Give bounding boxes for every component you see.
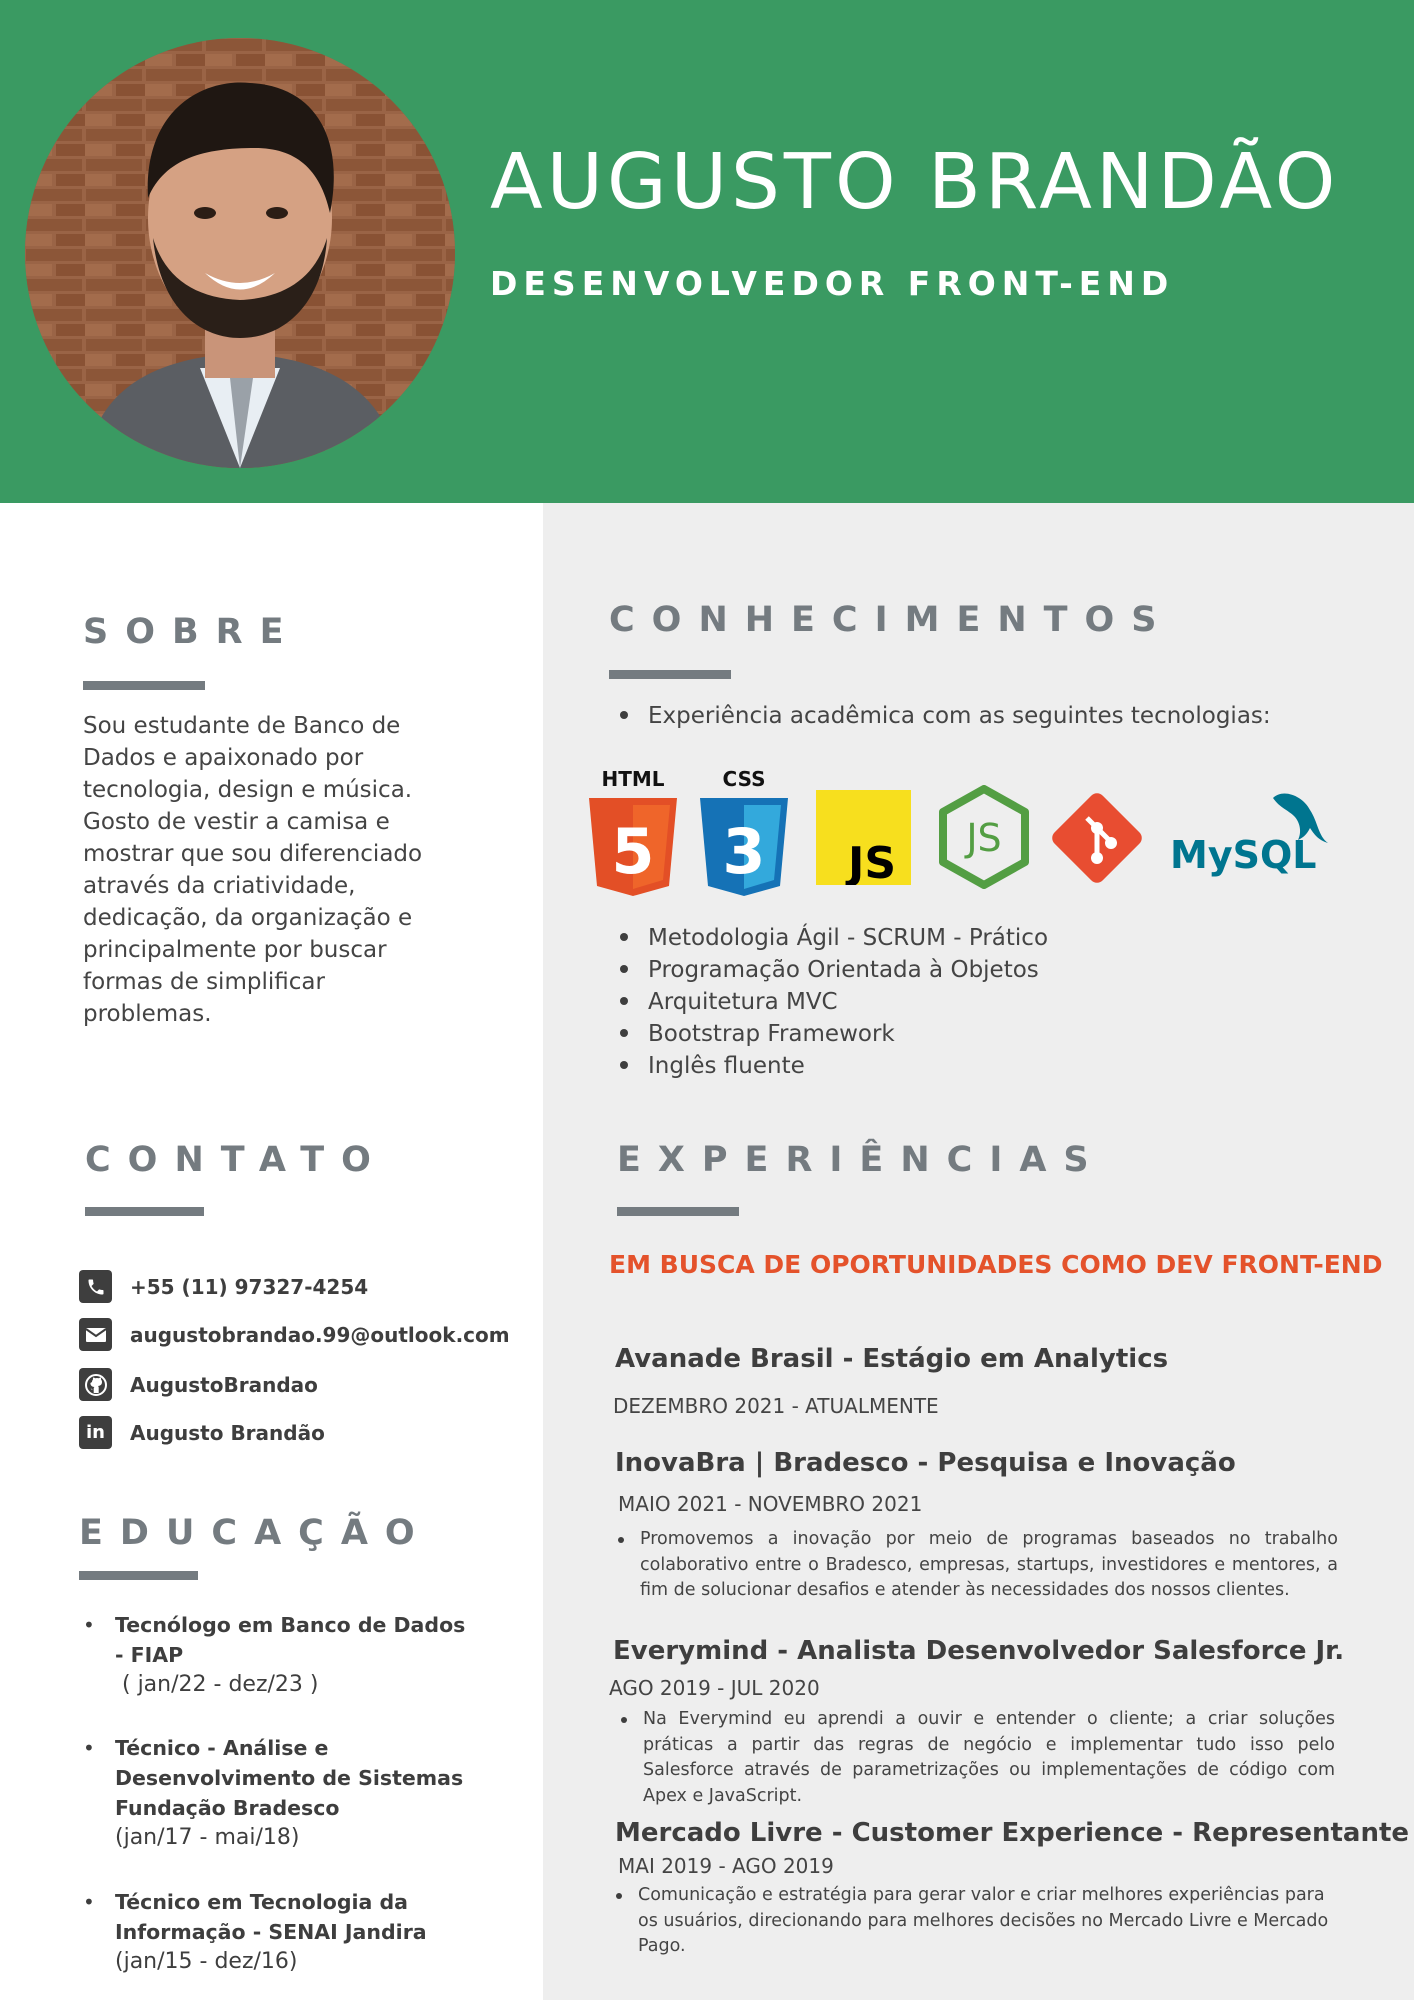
skill-item: Inglês fluente: [620, 1050, 1048, 1082]
github-text: AugustoBrandao: [130, 1372, 318, 1397]
education-item-title: Técnico - Análise e Desenvolvimento de S…: [115, 1736, 464, 1820]
nodejs-icon: JS: [937, 785, 1031, 893]
job-date: MAIO 2021 - NOVEMBRO 2021: [618, 1492, 923, 1516]
phone-text: +55 (11) 97327-4254: [130, 1274, 369, 1299]
skills-list: Metodologia Ágil - SCRUM - Prático Progr…: [620, 922, 1048, 1082]
profile-photo: [25, 38, 455, 468]
skills-title: CONHECIMENTOS: [609, 600, 1174, 640]
svg-text:3: 3: [722, 815, 765, 888]
git-icon: [1049, 790, 1145, 890]
svg-text:HTML: HTML: [601, 768, 664, 791]
full-name: AUGUSTO BRANDÃO: [490, 138, 1340, 227]
contact-divider: [85, 1207, 204, 1216]
education-divider: [79, 1571, 198, 1580]
html5-icon: HTML 5: [587, 767, 679, 902]
job-title: Avanade Brasil - Estágio em Analytics: [615, 1344, 1169, 1374]
job-description: Na Everymind eu aprendi a ouvir e entend…: [621, 1707, 1335, 1809]
experience-title: EXPERIÊNCIAS: [617, 1140, 1106, 1180]
svg-text:5: 5: [611, 815, 654, 888]
education-item: • Técnico - Análise e Desenvolvimento de…: [83, 1733, 473, 1853]
job-date: MAI 2019 - AGO 2019: [618, 1854, 834, 1878]
about-title: SOBRE: [83, 612, 301, 652]
contact-title: CONTATO: [85, 1140, 388, 1180]
education-item: • Tecnólogo em Banco de Dados - FIAP ( j…: [83, 1610, 473, 1700]
job-description: Promovemos a inovação por meio de progra…: [618, 1527, 1338, 1604]
education-title: EDUCAÇÃO: [79, 1513, 432, 1553]
job-role: DESENVOLVEDOR FRONT-END: [490, 264, 1175, 303]
education-item-dates: (jan/15 - dez/16): [115, 1949, 298, 1974]
job-date: DEZEMBRO 2021 - ATUALMENTE: [613, 1394, 939, 1418]
education-item-title: Tecnólogo em Banco de Dados - FIAP: [115, 1613, 466, 1667]
contact-phone[interactable]: +55 (11) 97327-4254: [79, 1270, 368, 1303]
skills-intro: Experiência acadêmica com as seguintes t…: [620, 703, 1271, 729]
skill-item: Programação Orientada à Objetos: [620, 954, 1048, 986]
contact-github[interactable]: AugustoBrandao: [79, 1368, 318, 1401]
phone-icon: [79, 1270, 112, 1303]
css3-icon: CSS 3: [698, 767, 790, 902]
javascript-icon: JS: [816, 790, 911, 889]
skill-item: Bootstrap Framework: [620, 1018, 1048, 1050]
svg-text:JS: JS: [845, 838, 896, 885]
job-search-banner: EM BUSCA DE OPORTUNIDADES COMO DEV FRONT…: [609, 1250, 1383, 1279]
email-icon: [79, 1318, 112, 1351]
education-item-title: Técnico em Tecnologia da Informação - SE…: [115, 1890, 427, 1944]
job-description: Comunicação e estratégia para gerar valo…: [616, 1883, 1330, 1960]
svg-text:MySQL: MySQL: [1170, 833, 1316, 877]
linkedin-text: Augusto Brandão: [130, 1420, 325, 1445]
email-text: augustobrandao.99@outlook.com: [130, 1322, 510, 1347]
github-icon: [79, 1368, 112, 1401]
linkedin-icon: in: [79, 1416, 112, 1449]
about-text: Sou estudante de Banco de Dados e apaixo…: [83, 713, 423, 1027]
svg-text:JS: JS: [964, 816, 1001, 860]
skill-item: Arquitetura MVC: [620, 986, 1048, 1018]
job-title: InovaBra | Bradesco - Pesquisa e Inovaçã…: [615, 1448, 1236, 1478]
job-date: AGO 2019 - JUL 2020: [609, 1676, 820, 1700]
experience-divider: [617, 1207, 739, 1216]
education-item: • Técnico em Tecnologia da Informação - …: [83, 1887, 473, 1977]
svg-text:CSS: CSS: [723, 768, 766, 791]
job-title: Everymind - Analista Desenvolvedor Sales…: [613, 1636, 1345, 1666]
education-item-dates: (jan/17 - mai/18): [115, 1825, 300, 1850]
contact-email[interactable]: augustobrandao.99@outlook.com: [79, 1318, 510, 1351]
skill-item: Metodologia Ágil - SCRUM - Prático: [620, 922, 1048, 954]
contact-linkedin[interactable]: in Augusto Brandão: [79, 1416, 325, 1449]
education-item-dates: ( jan/22 - dez/23 ): [115, 1672, 319, 1697]
job-title: Mercado Livre - Customer Experience - Re…: [615, 1818, 1414, 1848]
about-divider: [83, 681, 205, 690]
skills-divider: [609, 670, 731, 679]
mysql-icon: MySQL: [1168, 788, 1340, 882]
